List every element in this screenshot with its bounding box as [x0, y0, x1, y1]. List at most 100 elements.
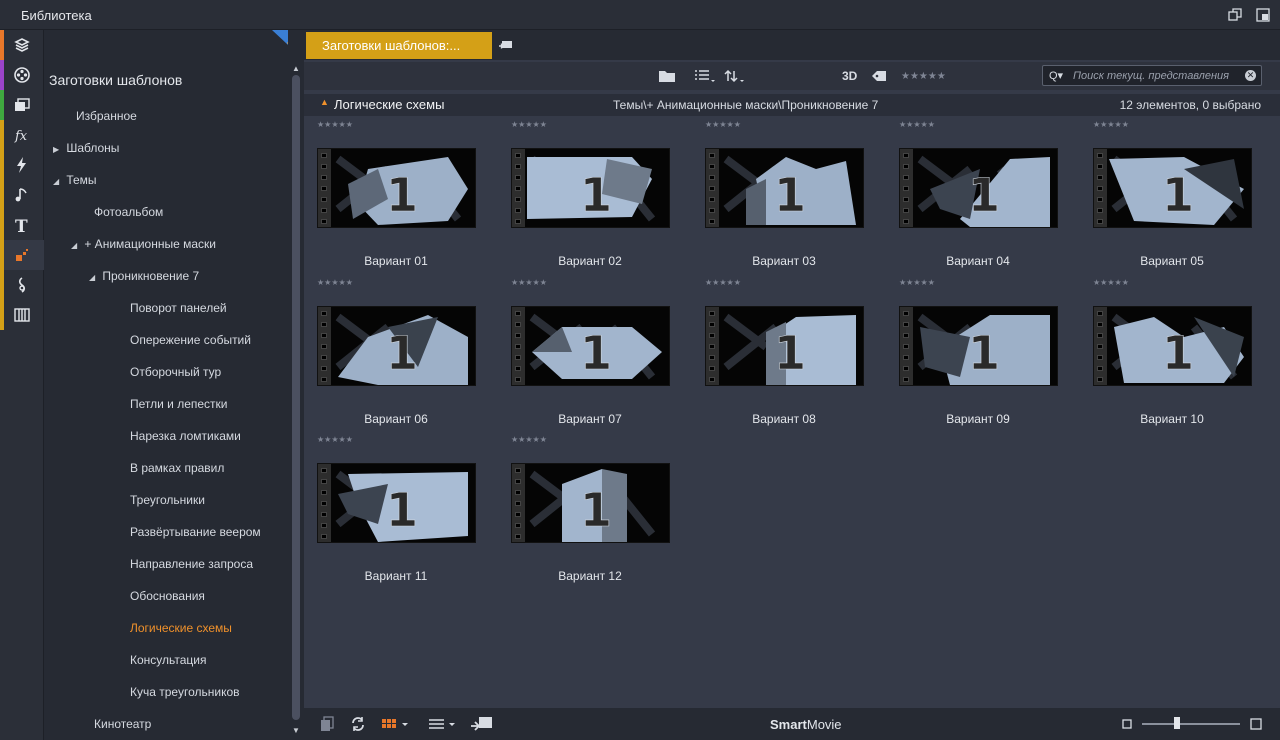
- tree-node[interactable]: Фотоальбом: [84, 205, 163, 219]
- clear-search-icon[interactable]: ✕: [1245, 70, 1256, 81]
- rating-stars[interactable]: ★★★★★: [511, 120, 547, 129]
- scroll-up-icon[interactable]: ▲: [291, 64, 301, 74]
- rating-stars[interactable]: ★★★★★: [705, 120, 741, 129]
- template-thumbnail[interactable]: 1: [1093, 148, 1252, 228]
- duplicate-icon[interactable]: [320, 716, 334, 732]
- rating-filter[interactable]: ★★★★★: [901, 68, 946, 84]
- search-icon[interactable]: Q▾: [1049, 69, 1063, 82]
- rating-stars[interactable]: ★★★★★: [705, 278, 741, 287]
- template-thumbnail[interactable]: 1: [511, 306, 670, 386]
- tree-node[interactable]: Куча треугольников: [120, 685, 240, 699]
- restore-icon[interactable]: [1228, 8, 1242, 22]
- collapse-arrow-icon[interactable]: ▲: [320, 97, 329, 107]
- tree-node[interactable]: ◢ + Анимационные маски: [71, 237, 216, 251]
- template-thumbnail[interactable]: 1: [899, 306, 1058, 386]
- template-item[interactable]: ★★★★★ 1 Вариант 09: [886, 276, 1080, 434]
- sound-effects-icon[interactable]: [0, 270, 44, 300]
- tree-node[interactable]: Направление запроса: [120, 557, 253, 571]
- tree-node[interactable]: Поворот панелей: [120, 301, 227, 315]
- rating-stars[interactable]: ★★★★★: [1093, 120, 1129, 129]
- send-to-icon[interactable]: [470, 716, 494, 732]
- tree-node[interactable]: В рамках правил: [120, 461, 224, 475]
- tree-node-label: Обоснования: [130, 589, 205, 603]
- template-item[interactable]: ★★★★★ 1 Вариант 06: [304, 276, 498, 434]
- detach-icon[interactable]: [1256, 8, 1270, 22]
- tree-node[interactable]: Петли и лепестки: [120, 397, 228, 411]
- titles-icon[interactable]: T: [0, 210, 44, 240]
- film-reel-icon[interactable]: [0, 60, 44, 90]
- zoom-slider[interactable]: [1142, 717, 1240, 729]
- rating-stars[interactable]: ★★★★★: [511, 435, 547, 444]
- template-thumbnail[interactable]: 1: [317, 148, 476, 228]
- template-item[interactable]: ★★★★★ 1 Вариант 07: [498, 276, 692, 434]
- list-view-icon[interactable]: [428, 716, 458, 732]
- collapse-arrow-icon[interactable]: ◢: [89, 273, 99, 282]
- sort-icon[interactable]: [724, 68, 746, 84]
- expand-arrow-icon[interactable]: ▶: [53, 145, 63, 154]
- scoring-icon[interactable]: [0, 300, 44, 330]
- effects-icon[interactable]: fx: [0, 120, 44, 150]
- zoom-small-icon[interactable]: [1122, 716, 1132, 732]
- folder-icon[interactable]: [658, 68, 676, 84]
- template-item[interactable]: ★★★★★ 1 Вариант 11: [304, 433, 498, 591]
- template-thumbnail[interactable]: 1: [317, 306, 476, 386]
- template-item[interactable]: ★★★★★ 1 Вариант 05: [1080, 118, 1274, 276]
- tree-node[interactable]: Кинотеатр: [84, 717, 151, 731]
- template-thumbnail[interactable]: 1: [1093, 306, 1252, 386]
- template-thumbnail[interactable]: 1: [317, 463, 476, 543]
- template-item[interactable]: ★★★★★ 1 Вариант 12: [498, 433, 692, 591]
- templates-icon[interactable]: [0, 240, 44, 270]
- tag-icon[interactable]: [871, 68, 887, 84]
- tree-node[interactable]: Обоснования: [120, 589, 205, 603]
- rating-stars[interactable]: ★★★★★: [511, 278, 547, 287]
- collapse-arrow-icon[interactable]: ◢: [53, 177, 63, 186]
- tree-node[interactable]: ▶ Шаблоны: [53, 141, 119, 155]
- template-item[interactable]: ★★★★★ 1 Вариант 04: [886, 118, 1080, 276]
- tree-node[interactable]: Опережение событий: [120, 333, 251, 347]
- template-thumbnail[interactable]: 1: [899, 148, 1058, 228]
- template-item[interactable]: ★★★★★ 1 Вариант 01: [304, 118, 498, 276]
- rating-stars[interactable]: ★★★★★: [317, 278, 353, 287]
- rating-stars[interactable]: ★★★★★: [899, 120, 935, 129]
- zoom-slider-knob[interactable]: [1174, 717, 1180, 729]
- template-item[interactable]: ★★★★★ 1 Вариант 03: [692, 118, 886, 276]
- rating-stars[interactable]: ★★★★★: [317, 120, 353, 129]
- tree-node[interactable]: Логические схемы: [120, 621, 232, 635]
- tree-scrollbar[interactable]: ▲ ▼: [288, 30, 304, 740]
- tree-node[interactable]: Консультация: [120, 653, 206, 667]
- grid-view-icon[interactable]: [382, 716, 410, 732]
- template-item[interactable]: ★★★★★ 1 Вариант 08: [692, 276, 886, 434]
- tree-node[interactable]: Избранное: [66, 109, 137, 123]
- transitions-icon[interactable]: [0, 150, 44, 180]
- tree-node[interactable]: Нарезка ломтиками: [120, 429, 241, 443]
- template-thumbnail[interactable]: 1: [705, 148, 864, 228]
- template-item[interactable]: ★★★★★ 1 Вариант 02: [498, 118, 692, 276]
- template-item[interactable]: ★★★★★ 1 Вариант 10: [1080, 276, 1274, 434]
- tree-node[interactable]: ◢ Темы: [53, 173, 97, 187]
- scroll-thumb[interactable]: [292, 75, 300, 720]
- smartmovie-button[interactable]: SmartMovie: [770, 717, 842, 732]
- scroll-down-icon[interactable]: ▼: [291, 726, 301, 736]
- tab-template-presets[interactable]: Заготовки шаблонов:...: [306, 32, 492, 59]
- 3d-filter-button[interactable]: 3D: [842, 68, 857, 84]
- zoom-large-icon[interactable]: [1250, 716, 1262, 732]
- new-tab-icon[interactable]: [498, 38, 514, 52]
- project-bins-icon[interactable]: [0, 30, 44, 60]
- view-options-icon[interactable]: [694, 68, 716, 84]
- search-box[interactable]: Q▾ ✕: [1042, 65, 1262, 86]
- tree-node[interactable]: Развёртывание веером: [120, 525, 261, 539]
- collapse-arrow-icon[interactable]: ◢: [71, 241, 81, 250]
- rating-stars[interactable]: ★★★★★: [317, 435, 353, 444]
- rating-stars[interactable]: ★★★★★: [899, 278, 935, 287]
- tree-node[interactable]: ◢ Проникновение 7: [89, 269, 199, 283]
- music-icon[interactable]: [0, 180, 44, 210]
- rating-stars[interactable]: ★★★★★: [1093, 278, 1129, 287]
- refresh-icon[interactable]: [350, 716, 366, 732]
- template-thumbnail[interactable]: 1: [511, 148, 670, 228]
- template-thumbnail[interactable]: 1: [511, 463, 670, 543]
- search-input[interactable]: [1073, 68, 1241, 83]
- tree-node[interactable]: Отборочный тур: [120, 365, 221, 379]
- template-thumbnail[interactable]: 1: [705, 306, 864, 386]
- tree-node[interactable]: Треугольники: [120, 493, 205, 507]
- photo-collection-icon[interactable]: [0, 90, 44, 120]
